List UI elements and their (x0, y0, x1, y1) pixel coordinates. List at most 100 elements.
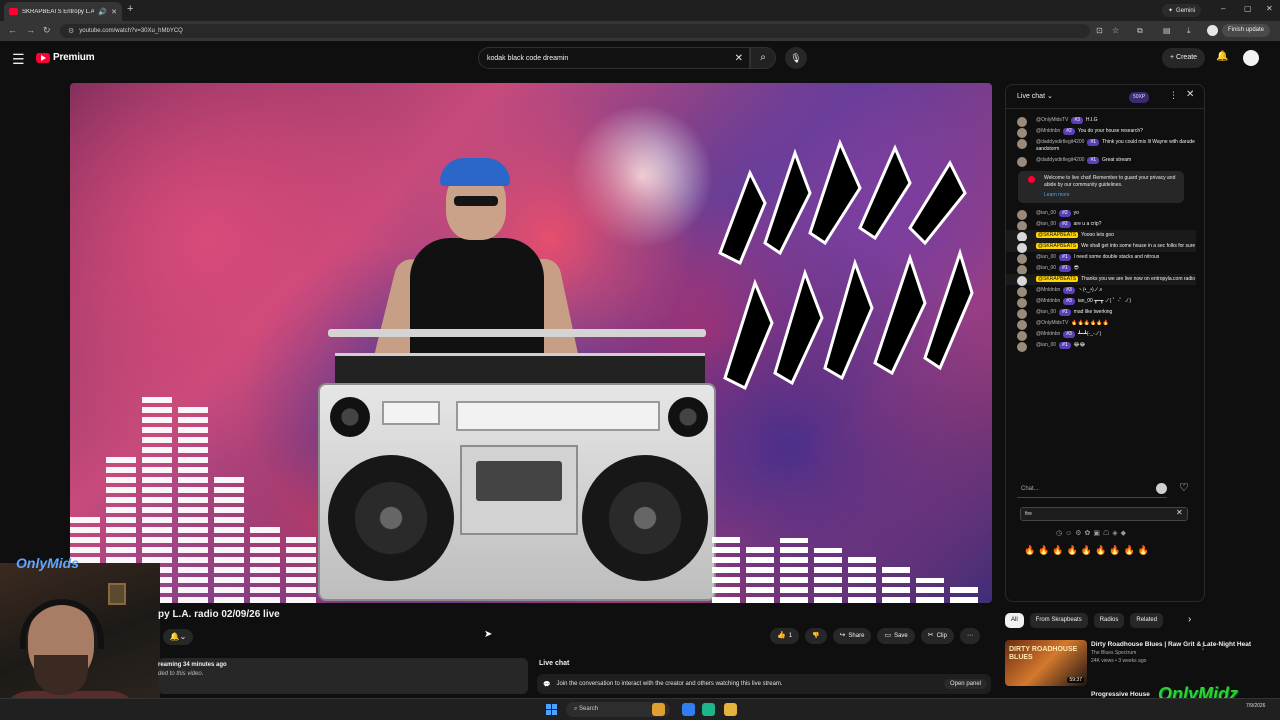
recommended-more-icon[interactable]: ⋮ (1199, 642, 1207, 651)
chat-messages[interactable]: @OnlyMidsTV #3 H.I.G @Mnldnbn #2 You do your … (1006, 115, 1204, 475)
chat-message[interactable]: @Mnldnbn #3 ヽ(•‿•)ノ♬ (1006, 285, 1196, 297)
chat-author[interactable]: @ian_00 (1036, 265, 1056, 271)
minimize-icon[interactable]: – (1221, 4, 1225, 13)
chat-author[interactable]: @ian_00 (1036, 210, 1056, 216)
reload-icon[interactable]: ↻ (43, 25, 51, 36)
heart-reaction-icon[interactable]: ♡ (1179, 481, 1189, 494)
chat-typed-text[interactable]: fire (1020, 507, 1188, 521)
chat-message[interactable]: @OnlyMidsTV 🔥🔥🔥🔥🔥🔥 (1006, 318, 1196, 330)
chat-author[interactable]: @Mnldnbn (1036, 128, 1060, 134)
youtube-logo[interactable]: Premium (36, 52, 95, 63)
more-actions-button[interactable]: ⋯ (959, 628, 980, 644)
recommended-thumbnail[interactable]: DIRTY ROADHOUSE BLUES 59:37 (1005, 640, 1087, 686)
emoji-category-icons[interactable]: ◷☺⚙✿▣☖◈◆ (1056, 529, 1129, 537)
chat-avatar[interactable] (1017, 139, 1027, 149)
back-icon[interactable]: ← (8, 25, 17, 35)
omnibox[interactable]: ⚙ youtube.com/watch?v=30Xu_hMbYCQ (60, 24, 1090, 38)
filter-chip[interactable]: From Skrapbeats (1029, 613, 1088, 628)
video-player[interactable] (70, 83, 992, 603)
filter-chip[interactable]: Radios (1093, 613, 1125, 628)
chips-next-icon[interactable]: › (1188, 614, 1191, 625)
xp-badge[interactable]: 50XP (1129, 92, 1150, 103)
extensions-icon[interactable]: ⧉ (1137, 26, 1143, 36)
clip-button[interactable]: ✂ Clip (920, 628, 954, 644)
maximize-icon[interactable]: ▢ (1244, 4, 1252, 13)
site-info-icon[interactable]: ⚙ (68, 27, 74, 35)
chat-message[interactable]: @SKRAPBEATS Yoooo lets goo (1006, 230, 1196, 242)
chat-message[interactable]: @daddysdirtlegit4200 #1 Great stream (1006, 155, 1196, 167)
chat-author[interactable]: @Mnldnbn (1036, 287, 1060, 293)
chat-author[interactable]: @SKRAPBEATS (1036, 232, 1079, 238)
tab-close-icon[interactable]: ✕ (111, 8, 117, 16)
app-taskbar-icon[interactable] (702, 703, 715, 716)
chat-message[interactable]: @ian_00 #1 😎 (1006, 263, 1196, 275)
window-close-icon[interactable]: ✕ (1266, 4, 1273, 13)
filter-chip[interactable]: All (1005, 613, 1024, 628)
chat-author[interactable]: @SKRAPBEATS (1036, 243, 1079, 249)
chat-avatar[interactable] (1017, 342, 1027, 352)
chat-author[interactable]: @OnlyMidsTV (1036, 320, 1068, 326)
open-panel-button[interactable]: Open panel (943, 679, 987, 689)
chat-message[interactable]: @ian_00 #1 I need some double stacks and n… (1006, 252, 1196, 264)
search-input[interactable]: kodak black code dreamin ✕ (478, 47, 750, 69)
dislike-button[interactable]: 👎 (805, 628, 827, 644)
create-button[interactable]: + Create (1162, 48, 1206, 68)
chat-author[interactable]: @Mnldnbn (1036, 331, 1060, 337)
chat-message[interactable]: @OnlyMidsTV #3 H.I.G (1006, 115, 1196, 127)
chat-close-icon[interactable]: ✕ (1186, 89, 1194, 100)
chat-message[interactable]: @SKRAPBEATS Thanks you we are live now on… (1006, 274, 1196, 286)
taskbar-widget-icon[interactable] (652, 703, 665, 716)
share-button[interactable]: ↪ Share (832, 628, 872, 644)
clear-search-icon[interactable]: ✕ (735, 53, 743, 64)
file-explorer-icon[interactable] (724, 703, 737, 716)
new-tab-icon[interactable]: + (127, 3, 133, 15)
menu-icon[interactable]: ☰ (12, 51, 25, 68)
notifications-bell-icon[interactable]: 🔔 (1216, 51, 1228, 62)
chat-author[interactable]: @daddysdirtlegit4200 (1036, 157, 1084, 163)
chat-author[interactable]: @ian_00 (1036, 221, 1056, 227)
browser-profile-avatar[interactable] (1207, 25, 1218, 36)
install-app-icon[interactable]: ⊡ (1096, 26, 1103, 35)
browser-tab[interactable]: SKRAPBEATS Entropy L.A. 🔊 ✕ (4, 2, 122, 21)
chat-message[interactable]: @ian_00 #1 😂😂 (1006, 340, 1196, 352)
chat-author[interactable]: @Mnldnbn (1036, 298, 1060, 304)
chrome-taskbar-icon[interactable] (682, 703, 695, 716)
chat-message[interactable]: @ian_00 #1 mad like twerking (1006, 307, 1196, 319)
gemini-button[interactable]: ✦ Gemini (1162, 4, 1202, 17)
voice-search-button[interactable]: 🎙 (785, 47, 807, 69)
chat-mode-dropdown[interactable]: Live chat ⌄ (1017, 92, 1053, 100)
chat-message[interactable]: @daddysdirtlegit4200 #1 Think you could mi… (1006, 137, 1196, 155)
live-chat-prompt[interactable]: 💬 Join the conversation to interact with… (537, 674, 991, 694)
chat-more-icon[interactable]: ⋮ (1169, 90, 1178, 101)
chat-message[interactable]: @SKRAPBEATS We shall get into some house … (1006, 241, 1196, 253)
like-button[interactable]: 👍 1 (770, 628, 800, 644)
chat-author[interactable]: @SKRAPBEATS (1036, 276, 1079, 282)
audio-icon[interactable]: 🔊 (98, 8, 107, 16)
tab-search-icon[interactable]: ▤ (1163, 26, 1171, 35)
filter-chip[interactable]: Related (1130, 613, 1164, 628)
account-avatar[interactable] (1243, 50, 1259, 66)
finish-update-button[interactable]: Finish update (1222, 24, 1271, 37)
chat-input[interactable]: Chat... (1017, 482, 1167, 498)
chat-message[interactable]: @Mnldnbn #2 You do your house research? (1006, 126, 1196, 138)
next-recommended-title[interactable]: Progressive House (1091, 691, 1150, 698)
forward-icon[interactable]: → (26, 25, 35, 35)
windows-start-icon[interactable] (546, 704, 557, 715)
chat-message[interactable]: @ian_00 #2 yo (1006, 208, 1196, 220)
bookmark-star-icon[interactable]: ☆ (1112, 26, 1119, 35)
chat-author[interactable]: @ian_00 (1036, 342, 1056, 348)
clear-typed-icon[interactable]: ✕ (1176, 508, 1183, 517)
chat-author[interactable]: @ian_00 (1036, 309, 1056, 315)
emoji-suggestions[interactable]: 🔥🔥🔥🔥🔥🔥🔥🔥🔥 (1024, 545, 1152, 556)
emoji-picker-icon[interactable] (1156, 483, 1167, 494)
learn-more-link[interactable]: Learn more (1044, 192, 1178, 199)
chat-message[interactable]: @Mnldnbn #3 ian_00 ┳━┳ ノ( ゜-゜ノ) (1006, 296, 1196, 308)
chat-author[interactable]: @daddysdirtlegit4200 (1036, 139, 1084, 145)
search-button[interactable]: ⌕ (750, 47, 776, 69)
description-box[interactable]: reaming 34 minutes ago ded to this video… (158, 658, 528, 694)
downloads-icon[interactable]: ⤓ (1187, 26, 1191, 36)
recommended-title[interactable]: Dirty Roadhouse Blues | Raw Grit & Late-… (1091, 640, 1261, 649)
recommended-channel[interactable]: The Blues Spectrum (1091, 650, 1261, 657)
save-button[interactable]: ▭ Save (877, 628, 915, 644)
chat-avatar[interactable] (1017, 157, 1027, 167)
